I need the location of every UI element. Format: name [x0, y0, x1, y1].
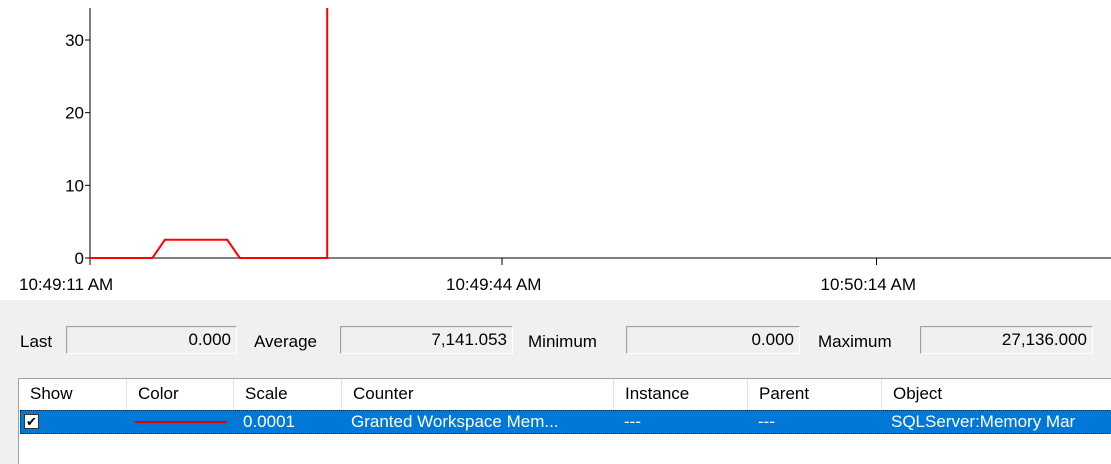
y-tick-label: 30 [65, 31, 84, 50]
average-value-field: 7,141.053 [340, 326, 513, 354]
graph-area: 0 10 20 30 10:49:11 AM 10:49:44 AM 10:50:14 AM [0, 0, 1111, 300]
minimum-label: Minimum [528, 332, 597, 351]
object-cell: SQLServer:Memory Mar [891, 412, 1076, 431]
y-tick-label: 10 [65, 176, 84, 195]
series-line [90, 8, 329, 259]
table-row[interactable]: ✔ 0.0001 Granted Workspace Mem... --- --… [20, 410, 1111, 434]
counter-list[interactable]: Show Color Scale Counter Instance Parent… [18, 378, 1111, 464]
instance-cell: --- [624, 412, 641, 431]
column-header-parent[interactable]: Parent [748, 379, 882, 409]
column-header-row: Show Color Scale Counter Instance Parent… [19, 379, 1111, 409]
y-tick-label: 0 [75, 249, 84, 268]
scale-cell: 0.0001 [243, 412, 295, 431]
column-header-object[interactable]: Object [882, 379, 1111, 409]
column-header-instance[interactable]: Instance [614, 379, 748, 409]
maximum-value-field: 27,136.000 [920, 326, 1093, 354]
column-header-show[interactable]: Show [19, 379, 127, 409]
x-tick-label: 10:50:14 AM [821, 275, 916, 294]
column-header-counter[interactable]: Counter [342, 379, 614, 409]
minimum-value-field: 0.000 [626, 326, 800, 354]
average-label: Average [254, 332, 318, 351]
counter-cell: Granted Workspace Mem... [351, 412, 559, 431]
parent-cell: --- [758, 412, 775, 431]
show-checkbox[interactable]: ✔ [24, 414, 39, 429]
x-tick-label: 10:49:44 AM [446, 275, 541, 294]
counter-color-swatch [135, 421, 227, 423]
last-label: Last [20, 332, 53, 351]
maximum-label: Maximum [818, 332, 892, 351]
x-tick-label: 10:49:11 AM [19, 275, 113, 294]
column-header-color[interactable]: Color [127, 379, 234, 409]
line-chart: 0 10 20 30 10:49:11 AM 10:49:44 AM 10:50:14 AM [19, 8, 1111, 294]
column-header-scale[interactable]: Scale [234, 379, 342, 409]
statistics-bar: Last 0.000 Average 7,141.053 Minimum 0.0… [0, 326, 1111, 356]
last-value-field: 0.000 [66, 326, 237, 354]
y-tick-label: 20 [65, 104, 84, 123]
